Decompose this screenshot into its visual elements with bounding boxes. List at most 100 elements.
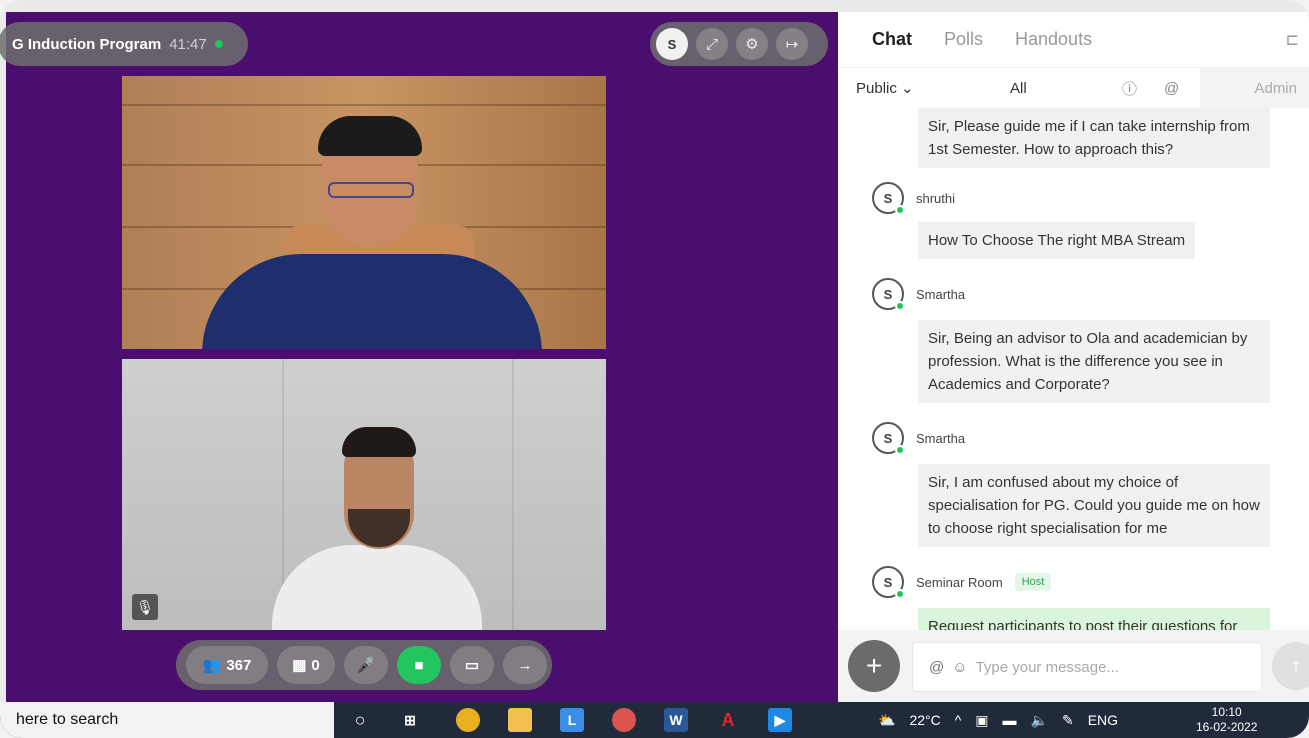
- avatar: S: [872, 278, 905, 311]
- avatar-letter: S: [883, 286, 893, 302]
- message-input[interactable]: [975, 658, 1226, 676]
- exit-panel-icon[interactable]: ↦: [776, 28, 808, 60]
- tab-handouts[interactable]: Handouts: [1015, 29, 1092, 50]
- message-sender: S Seminar Room Host: [872, 566, 1052, 599]
- avatar: S: [872, 566, 905, 599]
- add-attachment-button[interactable]: +: [848, 640, 900, 692]
- system-tray: ⛅ 22°C ^ ▣ ▬ 🔈 ✎ ENG: [878, 702, 1118, 738]
- presenter-hair: [318, 116, 422, 156]
- windows-taskbar: here to search ○ ⊞ L W A ▶ ⛅ 22°C ^ ▣ ▬ …: [0, 702, 1309, 738]
- compose-box: @ ☺: [912, 642, 1262, 692]
- mic-muted-icon: 🎙: [132, 594, 158, 620]
- message-bubble: Sir, Please guide me if I can take inter…: [918, 108, 1270, 168]
- participants-count: 367: [226, 656, 252, 674]
- participant-shirt: [272, 545, 482, 630]
- live-indicator-icon: [214, 40, 223, 48]
- video-camera-icon: ■: [414, 656, 424, 674]
- clock-time: 10:10: [1211, 705, 1242, 719]
- avatar-letter: S: [883, 190, 893, 206]
- message-bubble: Request participants to post their quest…: [918, 608, 1270, 630]
- rooms-icon: ▦: [292, 657, 307, 674]
- admin-filter[interactable]: Admin: [1200, 68, 1309, 108]
- participants-button[interactable]: 👥 367: [186, 646, 268, 684]
- breakout-rooms-button[interactable]: ▦ 0: [277, 646, 335, 684]
- participant-hair: [342, 427, 416, 457]
- volume-icon[interactable]: 🔈: [1031, 712, 1048, 729]
- task-view-icon[interactable]: ⊞: [398, 708, 422, 732]
- chat-panel: Chat Polls Handouts ⊏ Public ⌄ All ⓘ @ A…: [838, 12, 1309, 702]
- pen-icon[interactable]: ✎: [1062, 712, 1074, 729]
- session-title: G Induction Program: [12, 35, 162, 53]
- avatar: S: [872, 422, 905, 455]
- message-sender: S shruthi: [872, 182, 956, 215]
- show-hidden-icon[interactable]: ^: [955, 712, 962, 728]
- avatar-letter: S: [883, 430, 893, 446]
- exit-arrow-icon: →: [517, 656, 533, 674]
- audience-label: Public: [856, 80, 897, 97]
- media-app-icon[interactable]: ▶: [768, 708, 792, 732]
- sender-name: shruthi: [916, 190, 956, 206]
- fullscreen-icon[interactable]: ⤢: [696, 28, 728, 60]
- mic-off-icon: 🎤: [356, 657, 376, 674]
- compose-row: + @ ☺ ↑: [838, 630, 1309, 702]
- people-icon: 👥: [202, 657, 222, 674]
- weather-icon[interactable]: ⛅: [878, 712, 895, 729]
- host-badge: Host: [1014, 573, 1052, 591]
- acrobat-icon[interactable]: A: [716, 708, 740, 732]
- user-avatar-button[interactable]: S: [656, 28, 688, 60]
- online-status-icon: [895, 589, 905, 599]
- online-status-icon: [895, 445, 905, 455]
- settings-gear-icon[interactable]: ⚙: [736, 28, 768, 60]
- send-button[interactable]: ↑: [1272, 642, 1309, 690]
- message-sender: S Smartha: [872, 422, 966, 455]
- clock-date: 16-02-2022: [1196, 720, 1258, 734]
- cortana-icon[interactable]: ○: [348, 708, 372, 732]
- chat-tab-bar: Chat Polls Handouts ⊏: [838, 12, 1309, 68]
- tab-chat[interactable]: Chat: [872, 29, 912, 50]
- video-tile-presenter[interactable]: [122, 76, 606, 349]
- top-toolbar: S ⤢ ⚙ ↦: [650, 22, 828, 66]
- chrome-icon[interactable]: [456, 708, 480, 732]
- screen-share-button[interactable]: ▭: [450, 646, 494, 684]
- collapse-panel-icon[interactable]: ⊏: [1286, 30, 1299, 50]
- file-explorer-icon[interactable]: [508, 708, 532, 732]
- battery-icon[interactable]: ▬: [1003, 712, 1017, 728]
- presenter-glasses: [328, 182, 414, 198]
- online-status-icon: [895, 205, 905, 215]
- screen-share-icon: ▭: [464, 657, 480, 674]
- app-l-icon[interactable]: L: [560, 708, 584, 732]
- leave-call-button[interactable]: →: [503, 646, 547, 684]
- call-controls-bar: 👥 367 ▦ 0 🎤 ■ ▭ →: [176, 640, 552, 690]
- tab-polls[interactable]: Polls: [944, 29, 983, 50]
- sender-name: Seminar Room: [916, 574, 1003, 590]
- message-bubble: Sir, I am confused about my choice of sp…: [918, 464, 1270, 547]
- tray-app-icon[interactable]: ▣: [975, 712, 988, 729]
- taskbar-search-box[interactable]: here to search: [0, 702, 334, 738]
- chevron-down-icon: ⌄: [901, 80, 914, 97]
- mic-toggle-button[interactable]: 🎤: [344, 646, 388, 684]
- mention-icon[interactable]: @: [929, 659, 944, 676]
- breakout-count: 0: [311, 656, 320, 674]
- mention-icon[interactable]: @: [1164, 80, 1179, 97]
- help-icon[interactable]: ⓘ: [1122, 78, 1137, 99]
- emoji-icon[interactable]: ☺: [952, 659, 967, 676]
- message-bubble: How To Choose The right MBA Stream: [918, 222, 1196, 259]
- camera-toggle-button[interactable]: ■: [397, 646, 441, 684]
- sender-name: Smartha: [916, 286, 966, 302]
- avatar-letter: S: [883, 574, 893, 590]
- scope-filter[interactable]: All: [1010, 80, 1027, 97]
- language-indicator[interactable]: ENG: [1088, 712, 1118, 728]
- online-status-icon: [895, 301, 905, 311]
- sender-name: Smartha: [916, 430, 966, 446]
- audience-dropdown[interactable]: Public ⌄: [856, 79, 914, 97]
- video-stage: G Induction Program 41:47 S ⤢ ⚙ ↦ 🎙 👥 36…: [0, 12, 838, 702]
- wall-seam: [512, 359, 514, 630]
- chrome-profile-icon[interactable]: [612, 708, 636, 732]
- message-list: Sir, Please guide me if I can take inter…: [838, 108, 1309, 630]
- weather-temp[interactable]: 22°C: [909, 712, 940, 728]
- video-tile-participant[interactable]: 🎙: [122, 359, 606, 630]
- word-icon[interactable]: W: [664, 708, 688, 732]
- message-bubble: Sir, Being an advisor to Ola and academi…: [918, 320, 1270, 403]
- taskbar-clock[interactable]: 10:10 16-02-2022: [1196, 705, 1257, 735]
- session-info-pill: G Induction Program 41:47: [0, 22, 248, 66]
